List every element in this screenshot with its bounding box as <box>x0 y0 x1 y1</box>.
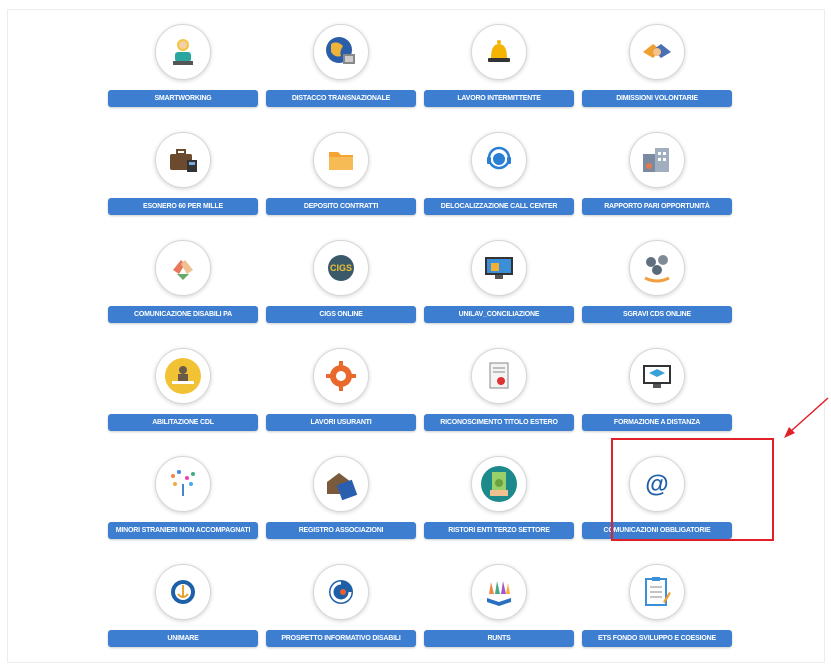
service-button[interactable]: COMUNICAZIONE DISABILI PA <box>108 306 258 323</box>
service-tile[interactable]: DEPOSITO CONTRATTI <box>262 132 420 240</box>
service-tile[interactable]: SGRAVI CDS ONLINE <box>578 240 736 348</box>
service-button[interactable]: SMARTWORKING <box>108 90 258 107</box>
service-button[interactable]: RUNTS <box>424 630 574 647</box>
service-tile[interactable]: DIMISSIONI VOLONTARIE <box>578 24 736 132</box>
service-tile[interactable]: LAVORI USURANTI <box>262 348 420 456</box>
service-tile[interactable]: RAPPORTO PARI OPPORTUNITÀ <box>578 132 736 240</box>
checklist-icon[interactable] <box>629 564 685 620</box>
service-button[interactable]: ABILITAZIONE CDL <box>108 414 258 431</box>
service-tile[interactable]: MINORI STRANIERI NON ACCOMPAGNATI <box>104 456 262 564</box>
service-tile[interactable]: ETS FONDO SVILUPPO E COESIONE <box>578 564 736 672</box>
service-button[interactable]: ESONERO 60 PER MILLE <box>108 198 258 215</box>
service-button[interactable]: UNILAV_CONCILIAZIONE <box>424 306 574 323</box>
at-sign-icon[interactable]: @ <box>629 456 685 512</box>
svg-text:@: @ <box>645 471 668 498</box>
service-button[interactable]: MINORI STRANIERI NON ACCOMPAGNATI <box>108 522 258 539</box>
service-button[interactable]: REGISTRO ASSOCIAZIONI <box>266 522 416 539</box>
service-button[interactable]: DISTACCO TRANSNAZIONALE <box>266 90 416 107</box>
hands-icon[interactable] <box>155 240 211 296</box>
house-book-icon[interactable] <box>313 456 369 512</box>
service-button[interactable]: LAVORO INTERMITTENTE <box>424 90 574 107</box>
service-tile[interactable]: UNILAV_CONCILIAZIONE <box>420 240 578 348</box>
service-button[interactable]: FORMAZIONE A DISTANZA <box>582 414 732 431</box>
service-button[interactable]: PROSPETTO INFORMATIVO DISABILI <box>266 630 416 647</box>
smartworking-icon[interactable] <box>155 24 211 80</box>
service-button[interactable]: RAPPORTO PARI OPPORTUNITÀ <box>582 198 732 215</box>
swirl-icon[interactable] <box>313 564 369 620</box>
confetti-icon[interactable] <box>155 456 211 512</box>
handshake-icon[interactable] <box>629 24 685 80</box>
certificate-icon[interactable] <box>471 348 527 404</box>
service-tile[interactable]: UNIMARE <box>104 564 262 672</box>
bell-icon[interactable] <box>471 24 527 80</box>
service-button[interactable]: RISTORI ENTI TERZO SETTORE <box>424 522 574 539</box>
call-center-icon[interactable] <box>471 132 527 188</box>
monitor-icon[interactable] <box>471 240 527 296</box>
coins-icon[interactable] <box>629 240 685 296</box>
service-tile[interactable]: ABILITAZIONE CDL <box>104 348 262 456</box>
service-tile[interactable]: RUNTS <box>420 564 578 672</box>
service-tile[interactable]: ESONERO 60 PER MILLE <box>104 132 262 240</box>
service-button[interactable]: SGRAVI CDS ONLINE <box>582 306 732 323</box>
desk-icon[interactable] <box>155 348 211 404</box>
folder-icon[interactable] <box>313 132 369 188</box>
service-tile[interactable]: REGISTRO ASSOCIAZIONI <box>262 456 420 564</box>
gear-icon[interactable] <box>313 348 369 404</box>
services-grid: SMARTWORKING DISTACCO TRANSNAZIONALE LAVOR… <box>104 24 736 672</box>
service-tile[interactable]: CIGS CIGS ONLINE <box>262 240 420 348</box>
service-button[interactable]: DEPOSITO CONTRATTI <box>266 198 416 215</box>
book-hands-icon[interactable] <box>471 564 527 620</box>
service-button[interactable]: UNIMARE <box>108 630 258 647</box>
buildings-icon[interactable] <box>629 132 685 188</box>
svg-text:CIGS: CIGS <box>330 263 352 273</box>
service-tile[interactable]: DELOCALIZZAZIONE CALL CENTER <box>420 132 578 240</box>
money-icon[interactable] <box>471 456 527 512</box>
service-tile[interactable]: PROSPETTO INFORMATIVO DISABILI <box>262 564 420 672</box>
cigs-icon[interactable]: CIGS <box>313 240 369 296</box>
service-button[interactable]: COMUNICAZIONI OBBLIGATORIE <box>582 522 732 539</box>
service-button[interactable]: LAVORI USURANTI <box>266 414 416 431</box>
service-tile[interactable]: COMUNICAZIONE DISABILI PA <box>104 240 262 348</box>
service-tile[interactable]: FORMAZIONE A DISTANZA <box>578 348 736 456</box>
service-tile[interactable]: @ COMUNICAZIONI OBBLIGATORIE <box>578 456 736 564</box>
service-button[interactable]: ETS FONDO SVILUPPO E COESIONE <box>582 630 732 647</box>
service-tile[interactable]: RISTORI ENTI TERZO SETTORE <box>420 456 578 564</box>
service-tile[interactable]: DISTACCO TRANSNAZIONALE <box>262 24 420 132</box>
service-tile[interactable]: LAVORO INTERMITTENTE <box>420 24 578 132</box>
service-tile[interactable]: RICONOSCIMENTO TITOLO ESTERO <box>420 348 578 456</box>
service-tile[interactable]: SMARTWORKING <box>104 24 262 132</box>
service-button[interactable]: RICONOSCIMENTO TITOLO ESTERO <box>424 414 574 431</box>
service-button[interactable]: DELOCALIZZAZIONE CALL CENTER <box>424 198 574 215</box>
service-button[interactable]: DIMISSIONI VOLONTARIE <box>582 90 732 107</box>
globe-icon[interactable] <box>313 24 369 80</box>
graduation-icon[interactable] <box>629 348 685 404</box>
anchor-icon[interactable] <box>155 564 211 620</box>
briefcase-icon[interactable] <box>155 132 211 188</box>
service-button[interactable]: CIGS ONLINE <box>266 306 416 323</box>
